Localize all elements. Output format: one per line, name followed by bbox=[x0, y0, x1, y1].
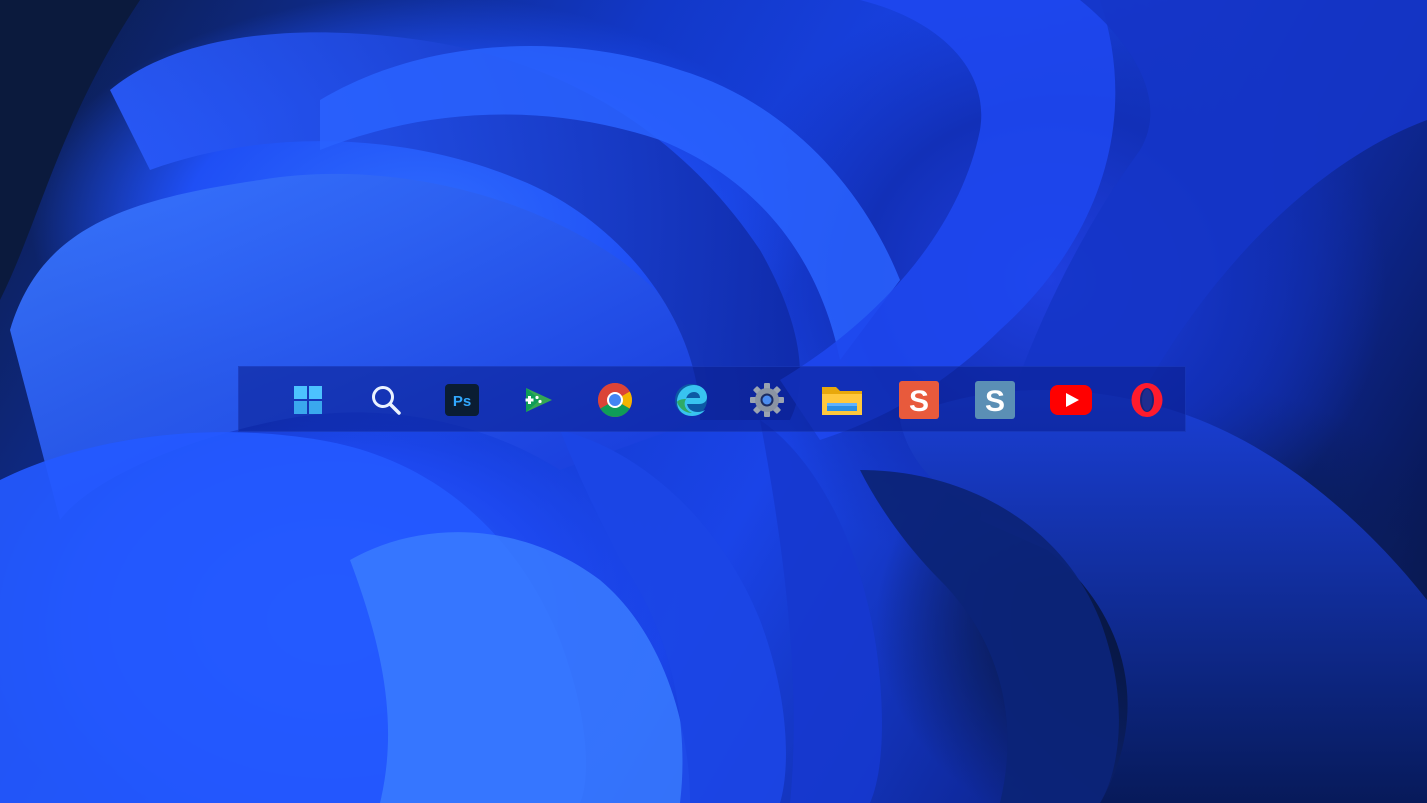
chrome-icon bbox=[598, 383, 632, 417]
gear-icon bbox=[750, 383, 784, 417]
google-play-games-button[interactable] bbox=[516, 379, 560, 421]
youtube-icon bbox=[1050, 385, 1092, 415]
search-icon bbox=[372, 386, 401, 415]
svg-text:S: S bbox=[985, 385, 1005, 418]
edge-icon bbox=[675, 384, 707, 416]
file-explorer-button[interactable] bbox=[820, 379, 864, 421]
s-app-blue-icon: S bbox=[975, 381, 1015, 419]
folder-icon bbox=[822, 387, 862, 415]
photoshop-icon: Ps bbox=[445, 384, 479, 416]
opera-icon bbox=[1131, 383, 1163, 417]
s-app-orange-icon: S bbox=[899, 381, 939, 419]
windows-start-icon bbox=[294, 386, 322, 414]
opera-button[interactable] bbox=[1125, 379, 1169, 421]
svg-text:S: S bbox=[909, 385, 929, 418]
svg-text:Ps: Ps bbox=[453, 393, 471, 410]
youtube-button[interactable] bbox=[1049, 379, 1093, 421]
start-button[interactable] bbox=[286, 379, 330, 421]
s-app-orange-button[interactable]: S bbox=[897, 379, 941, 421]
photoshop-button[interactable]: Ps bbox=[440, 379, 484, 421]
chrome-button[interactable] bbox=[593, 379, 637, 421]
settings-button[interactable] bbox=[745, 379, 789, 421]
s-app-blue-button[interactable]: S bbox=[973, 379, 1017, 421]
search-button[interactable] bbox=[364, 379, 408, 421]
google-play-games-icon bbox=[525, 388, 552, 412]
edge-button[interactable] bbox=[669, 379, 713, 421]
taskbar: Ps S S bbox=[238, 366, 1186, 432]
